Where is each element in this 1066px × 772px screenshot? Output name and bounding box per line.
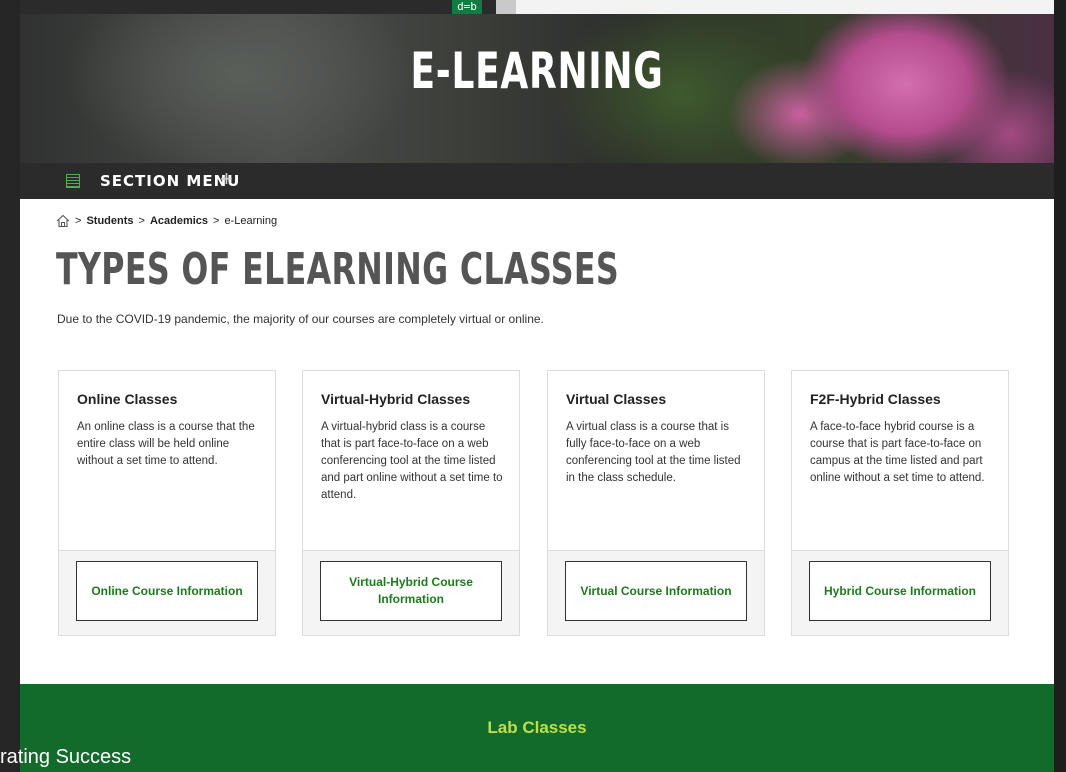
card-title: Online Classes	[77, 391, 178, 407]
hybrid-course-info-button[interactable]: Hybrid Course Information	[809, 561, 991, 621]
left-window-strip	[0, 0, 20, 772]
lab-classes-section: Lab Classes	[20, 684, 1054, 772]
card-body: A virtual class is a course that is full…	[566, 421, 741, 484]
card-body: An online class is a course that the ent…	[77, 421, 255, 467]
list-icon	[66, 174, 80, 188]
page-title: TYPES OF ELEARNING CLASSES	[56, 244, 620, 295]
right-window-edge	[1054, 0, 1066, 772]
breadcrumb-current: e-Learning	[224, 215, 278, 227]
virtual-hybrid-course-info-button[interactable]: Virtual-Hybrid Course Information	[320, 561, 502, 621]
breadcrumb: > Students > Academics > e-Learning	[56, 214, 277, 228]
card-virtual-hybrid-classes: Virtual-Hybrid Classes A virtual-hybrid …	[302, 370, 520, 636]
card-footer: Virtual Course Information	[548, 550, 764, 635]
home-icon[interactable]	[56, 214, 70, 228]
top-window-strip: d=b	[20, 0, 1054, 14]
virtual-course-info-button[interactable]: Virtual Course Information	[565, 561, 747, 621]
hero-banner: E-LEARNING	[20, 14, 1054, 163]
lab-classes-title: Lab Classes	[487, 718, 587, 737]
breadcrumb-separator: >	[75, 215, 82, 227]
breadcrumb-separator: >	[213, 215, 220, 227]
online-course-info-button[interactable]: Online Course Information	[76, 561, 258, 621]
web-page: E-LEARNING SECTION MENU + > Students > A…	[20, 14, 1054, 772]
plus-icon[interactable]: +	[220, 166, 233, 192]
card-title: Virtual-Hybrid Classes	[321, 391, 471, 407]
card-title: Virtual Classes	[566, 391, 667, 407]
card-footer: Virtual-Hybrid Course Information	[303, 550, 519, 635]
breadcrumb-students[interactable]: Students	[86, 215, 133, 227]
card-f2f-hybrid-classes: F2F-Hybrid Classes A face-to-face hybrid…	[791, 370, 1009, 636]
page-subtitle: Due to the COVID-19 pandemic, the majori…	[57, 312, 544, 326]
section-menu-bar[interactable]: SECTION MENU +	[20, 163, 1054, 199]
card-title: F2F-Hybrid Classes	[810, 391, 941, 407]
card-footer: Hybrid Course Information	[792, 550, 1008, 635]
hero-title: E-LEARNING	[410, 42, 664, 100]
breadcrumb-academics[interactable]: Academics	[150, 215, 208, 227]
breadcrumb-separator: >	[138, 215, 145, 227]
overlay-caption: rating Success	[0, 746, 132, 768]
app-icon[interactable]: d=b	[452, 0, 482, 14]
card-virtual-classes: Virtual Classes A virtual class is a cou…	[547, 370, 765, 636]
card-online-classes: Online Classes An online class is a cour…	[58, 370, 276, 636]
card-footer: Online Course Information	[59, 550, 275, 635]
card-body: A virtual-hybrid class is a course that …	[321, 421, 503, 501]
card-body: A face-to-face hybrid course is a course…	[810, 421, 985, 484]
